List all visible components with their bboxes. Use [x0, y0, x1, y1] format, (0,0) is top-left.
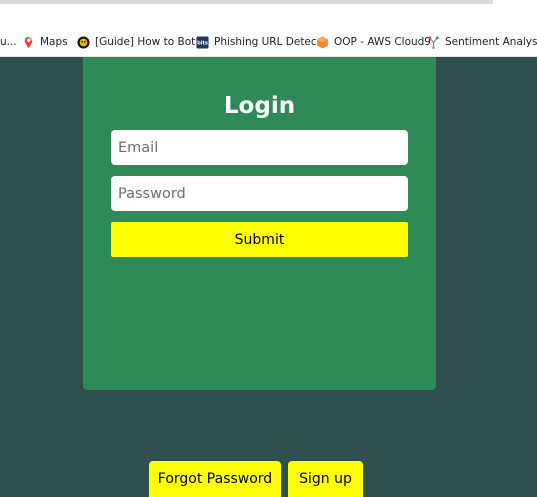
bookmark-label: [Guide] How to Bot... [95, 36, 206, 48]
browser-tab-strip [0, 0, 537, 28]
bookmark-sentiment-analysis[interactable]: Sentiment Analysis... [427, 28, 537, 56]
bookmark-label: Sentiment Analysis... [445, 36, 537, 48]
bot-guide-icon [77, 35, 90, 49]
password-field[interactable] [111, 176, 408, 211]
bookmark-phishing-url[interactable]: bits Phishing URL Detec... [196, 28, 327, 56]
bookmark-truncated[interactable]: u... [0, 28, 17, 56]
login-card: Login Submit [83, 57, 436, 390]
login-title: Login [223, 93, 296, 119]
svg-text:bits: bits [197, 40, 208, 46]
email-field[interactable] [111, 130, 408, 165]
sign-up-button[interactable]: Sign up [288, 461, 363, 497]
bookmark-label: OOP - AWS Cloud9 [334, 36, 431, 48]
google-maps-icon [24, 36, 33, 48]
sentiment-analysis-icon [428, 35, 439, 49]
bookmark-maps[interactable]: Maps [22, 28, 68, 56]
bookmark-label: u... [0, 36, 17, 48]
bookmark-label: Maps [40, 36, 68, 48]
horizontal-scrollbar[interactable] [0, 0, 493, 4]
bookmark-label: Phishing URL Detec... [214, 36, 327, 48]
bookmarks-bar: u... Maps [Guide] How to Bot... bits Phi… [0, 28, 537, 57]
phishing-site-icon: bits [196, 35, 209, 49]
bookmark-bot-guide[interactable]: [Guide] How to Bot... [77, 28, 205, 56]
forgot-password-button[interactable]: Forgot Password [149, 461, 281, 497]
aws-cloud9-icon [317, 35, 328, 49]
bookmark-aws-cloud9[interactable]: OOP - AWS Cloud9 [316, 28, 431, 56]
submit-button[interactable]: Submit [111, 222, 408, 257]
